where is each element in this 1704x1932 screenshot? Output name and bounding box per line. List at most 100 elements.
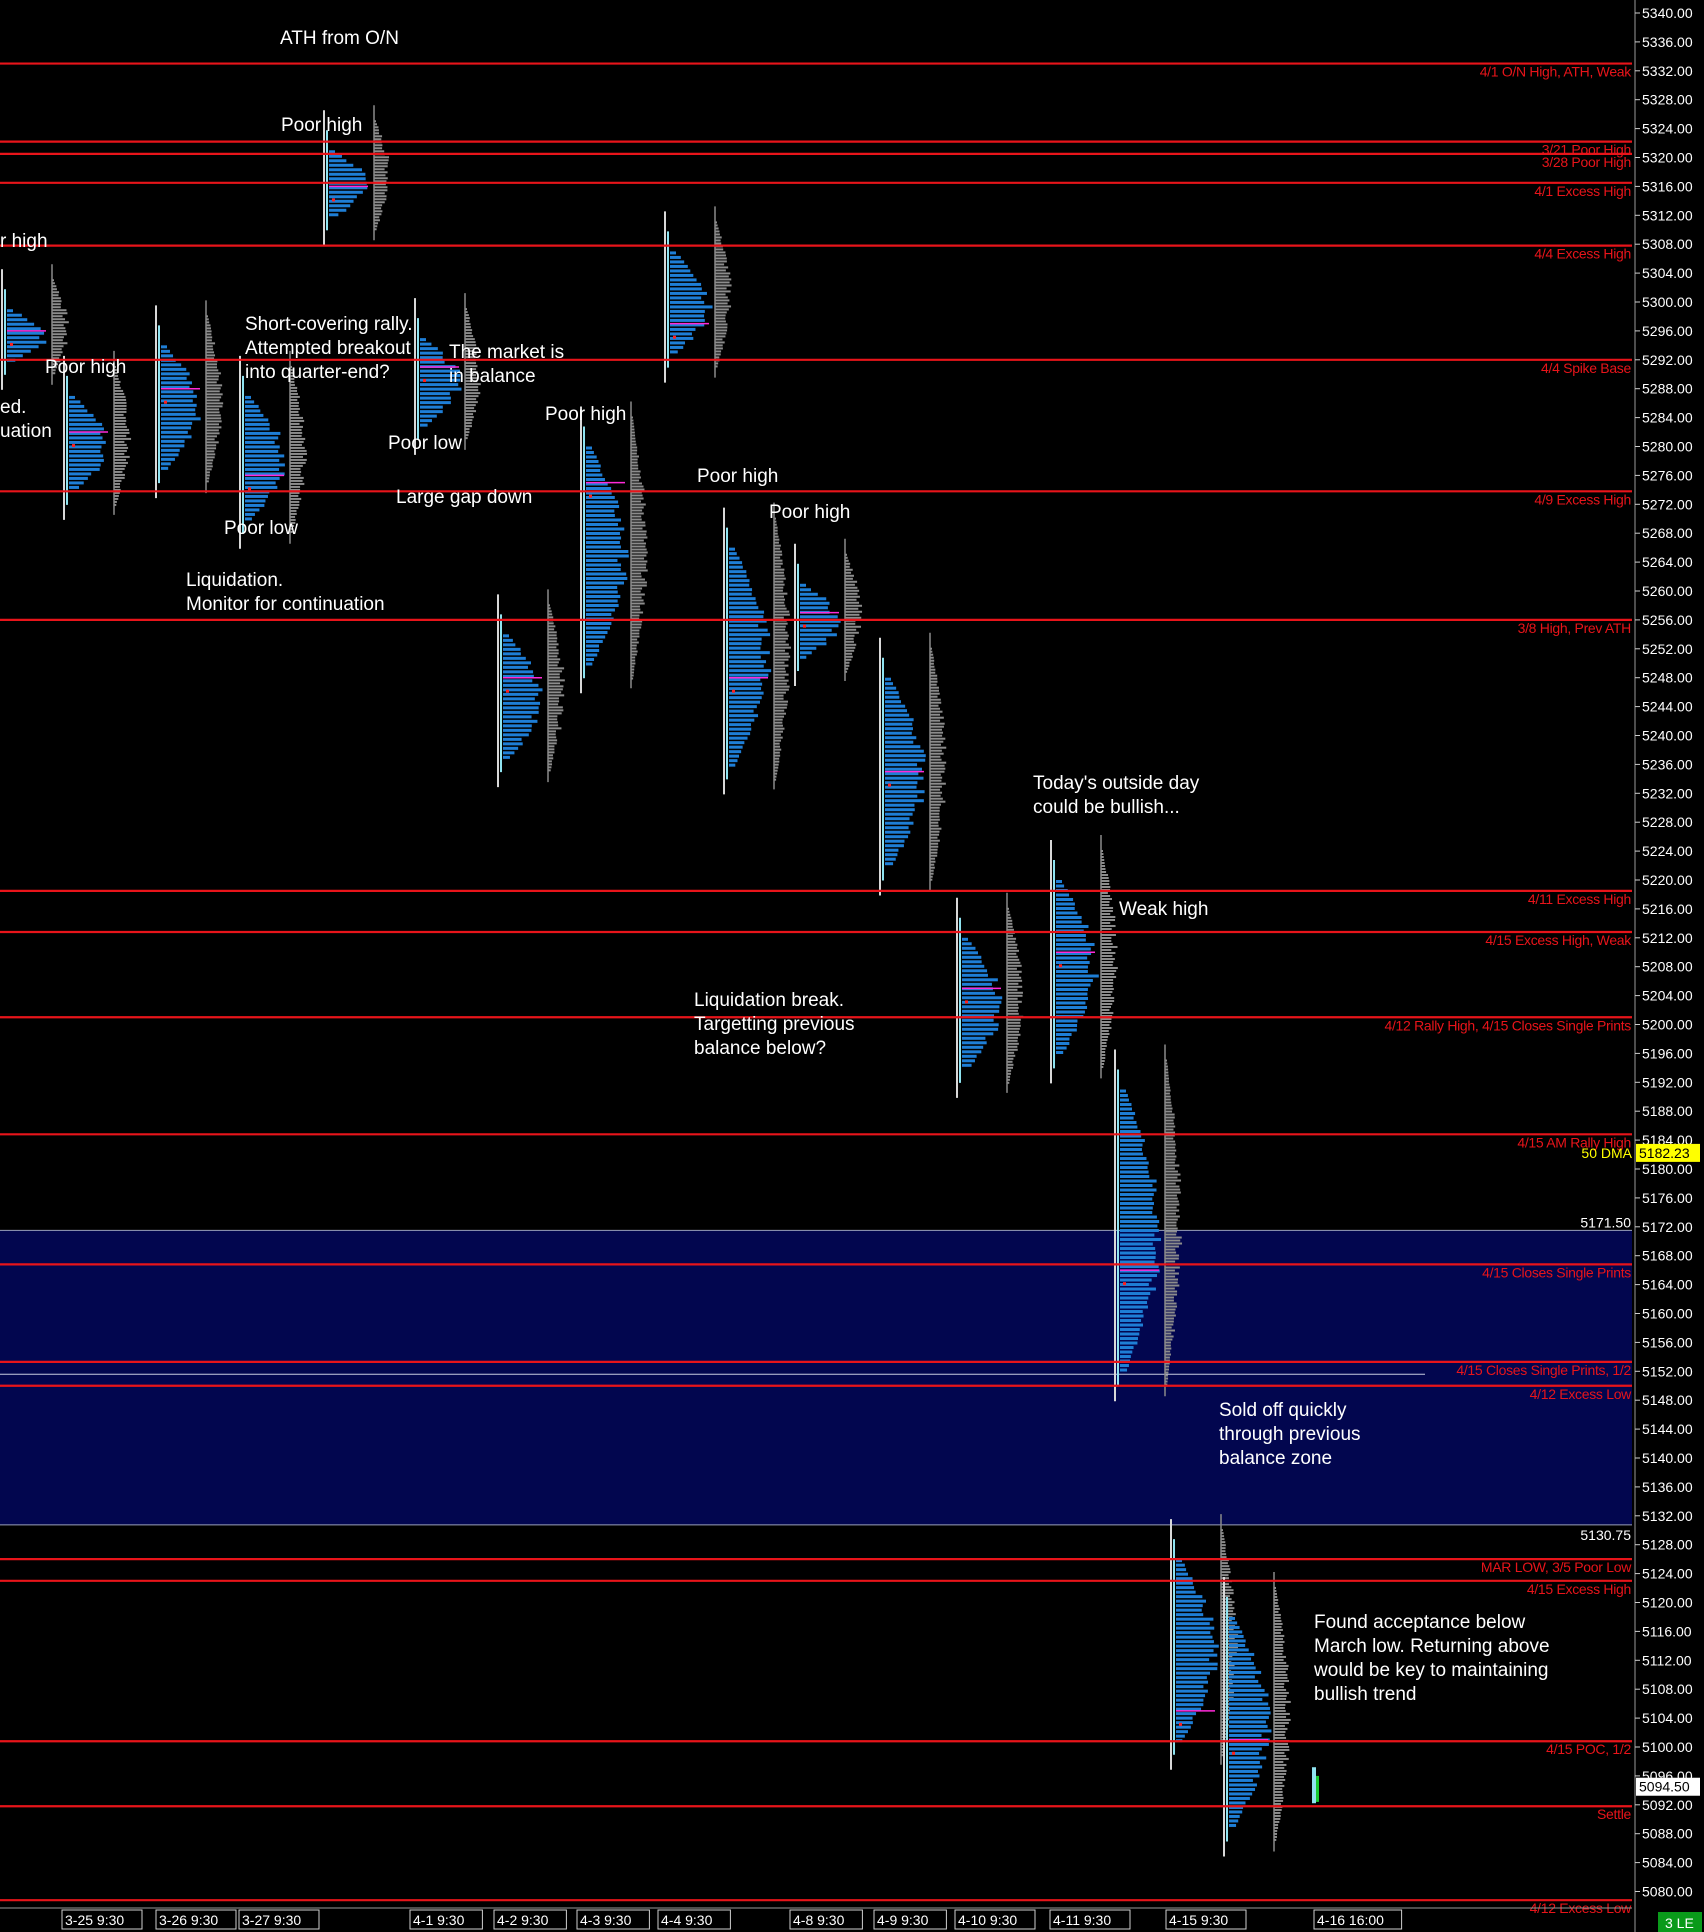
profile-bar bbox=[1176, 1572, 1189, 1576]
price-axis[interactable]: 5340.005336.005332.005328.005324.005320.… bbox=[1634, 0, 1693, 1932]
volume-bar bbox=[631, 458, 638, 461]
volume-bar bbox=[52, 330, 67, 333]
profile-bar bbox=[1056, 938, 1086, 942]
volume-bar bbox=[631, 533, 647, 536]
volume-bar bbox=[290, 440, 304, 443]
volume-bar bbox=[1274, 1766, 1285, 1769]
volume-bar bbox=[774, 778, 777, 781]
profile-bar bbox=[1229, 1634, 1244, 1638]
volume-bar bbox=[1274, 1751, 1285, 1754]
volume-bar bbox=[930, 704, 939, 707]
volume-bar bbox=[1165, 1212, 1176, 1215]
profile-bar bbox=[729, 741, 745, 745]
profile-bar bbox=[1120, 1220, 1160, 1224]
volume-bar bbox=[1101, 907, 1114, 909]
volume-bar bbox=[52, 327, 66, 330]
volume-bar bbox=[1165, 1059, 1167, 1062]
volume-bar bbox=[548, 724, 559, 727]
profile-bar bbox=[729, 628, 768, 632]
profile-bar bbox=[161, 349, 170, 353]
time-axis[interactable]: 3-25 9:30 3-26 9:30 3-27 9:30 4-1 9:30 4-2 9… bbox=[0, 1907, 1632, 1930]
volume-bar bbox=[1165, 1179, 1182, 1182]
volume-bar bbox=[930, 860, 936, 863]
profile-bar bbox=[1176, 1586, 1195, 1590]
volume-bar bbox=[1007, 964, 1022, 967]
volume-bar bbox=[548, 691, 562, 694]
profile-bar bbox=[1229, 1801, 1246, 1805]
profile-bar bbox=[503, 755, 510, 759]
volume-bar bbox=[631, 443, 637, 446]
profile-bar bbox=[962, 951, 978, 955]
profile-bar bbox=[161, 457, 175, 461]
profile-4-5 bbox=[723, 502, 791, 795]
volume-bar bbox=[1101, 892, 1108, 894]
profile-bar bbox=[670, 345, 684, 349]
profile-bar bbox=[729, 705, 757, 709]
volume-bar bbox=[548, 616, 554, 619]
profile-bar bbox=[670, 291, 707, 295]
profile-bar bbox=[800, 651, 812, 655]
profile-bar bbox=[729, 669, 772, 673]
profile-bar bbox=[586, 464, 601, 468]
profile-bar bbox=[245, 427, 270, 431]
volume-bar bbox=[774, 658, 789, 661]
volume-bar bbox=[1101, 1066, 1104, 1068]
volume-bar bbox=[774, 730, 783, 733]
volume-bar bbox=[1007, 1054, 1016, 1057]
volume-bar bbox=[290, 389, 298, 392]
profile-bar bbox=[586, 532, 620, 535]
profile-bar bbox=[1229, 1679, 1259, 1683]
profile-bar bbox=[69, 485, 80, 489]
profile-bar bbox=[161, 417, 201, 421]
volume-bar bbox=[1101, 985, 1113, 987]
volume-bar bbox=[631, 590, 641, 593]
profile-bar bbox=[586, 509, 615, 513]
volume-bar bbox=[930, 668, 936, 671]
volume-bar bbox=[1165, 1287, 1175, 1290]
profile-bar bbox=[729, 718, 755, 722]
volume-bar bbox=[114, 503, 117, 506]
profile-bar bbox=[1229, 1715, 1269, 1719]
volume-bar bbox=[845, 658, 852, 661]
volume-bar bbox=[1274, 1784, 1285, 1787]
profile-bar bbox=[885, 817, 910, 821]
volume-bar bbox=[1007, 1003, 1019, 1006]
volume-bar bbox=[774, 667, 786, 670]
profile-marker bbox=[803, 624, 806, 628]
volume-bar bbox=[930, 830, 940, 833]
annotation-text: balance zone bbox=[1219, 1448, 1332, 1469]
profile-bar bbox=[69, 404, 85, 408]
volume-bar bbox=[1101, 877, 1109, 879]
volume-bar bbox=[1007, 949, 1020, 952]
volume-bar bbox=[930, 839, 940, 842]
profile-bar bbox=[729, 615, 764, 619]
volume-bar bbox=[631, 497, 644, 500]
profile-bar bbox=[670, 314, 705, 318]
profile-bar bbox=[885, 839, 905, 843]
profile-marker bbox=[423, 379, 426, 383]
volume-bar bbox=[715, 254, 726, 257]
volume-bar bbox=[548, 688, 563, 691]
volume-bar bbox=[1274, 1829, 1278, 1832]
volume-bar bbox=[206, 393, 223, 396]
profile-bar bbox=[729, 633, 771, 637]
volume-bar bbox=[845, 631, 859, 634]
volume-bar bbox=[1274, 1811, 1281, 1814]
time-label: 4-4 9:30 bbox=[661, 1912, 713, 1928]
time-label: 4-3 9:30 bbox=[580, 1912, 632, 1928]
profile-bar bbox=[1176, 1658, 1210, 1662]
profile-bar bbox=[503, 719, 538, 723]
volume-bar bbox=[290, 467, 301, 470]
profile-bar bbox=[1229, 1693, 1269, 1697]
volume-bar bbox=[715, 329, 728, 332]
volume-bar bbox=[52, 324, 64, 327]
volume-bar bbox=[1165, 1224, 1177, 1227]
volume-bar bbox=[548, 703, 559, 706]
volume-bar bbox=[631, 416, 633, 419]
volume-bar bbox=[930, 875, 933, 878]
volume-bar bbox=[631, 551, 648, 554]
profile-bar bbox=[586, 653, 598, 657]
volume-bar bbox=[715, 293, 726, 296]
volume-bar bbox=[774, 772, 778, 775]
volume-bar bbox=[206, 369, 219, 372]
